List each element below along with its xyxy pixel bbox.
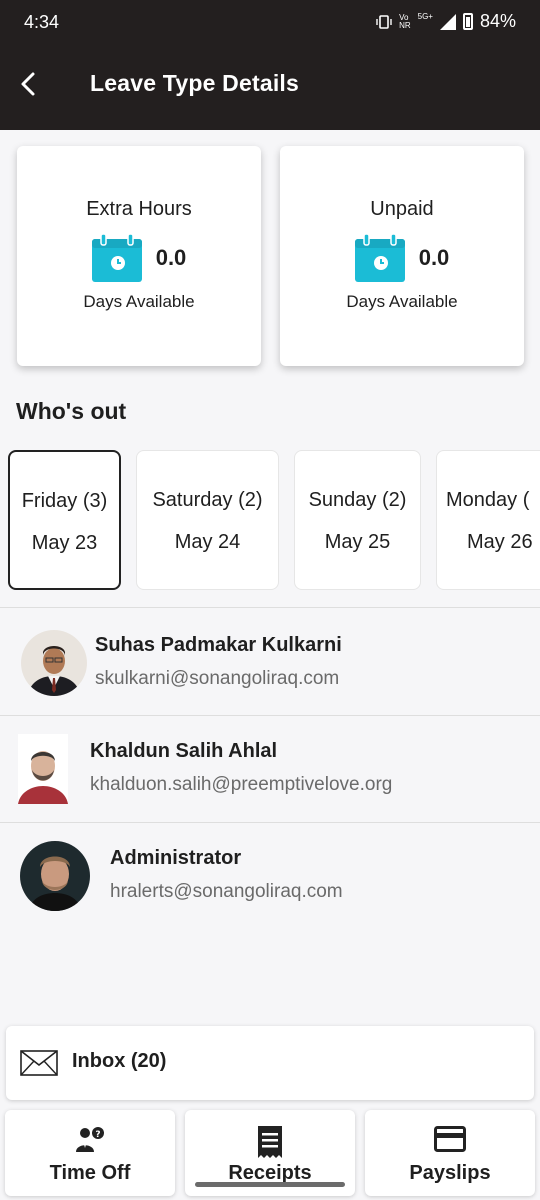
leave-card-title: Extra Hours — [86, 198, 192, 220]
divider — [0, 715, 540, 716]
receipt-icon — [258, 1126, 282, 1158]
network-type-indicator: Vo NR — [399, 12, 411, 30]
person-email: khalduon.salih@preemptivelove.org — [90, 774, 393, 795]
list-item-person[interactable]: Khaldun Salih Ahlal khalduon.salih@preem… — [0, 718, 540, 824]
day-label: Friday (3) — [21, 490, 108, 512]
divider — [0, 607, 540, 608]
day-tab-saturday[interactable]: Saturday (2) May 24 — [136, 450, 279, 590]
battery-level: 84% — [479, 11, 516, 31]
nav-label: Payslips — [409, 1162, 491, 1184]
status-time: 4:34 — [24, 12, 60, 32]
leave-card-unpaid[interactable]: Unpaid 0.0 Days Available — [280, 146, 524, 366]
day-date: May 23 — [31, 532, 98, 554]
day-date: May 24 — [174, 531, 241, 553]
avatar — [21, 630, 87, 696]
back-arrow-icon — [21, 72, 35, 96]
list-item-person[interactable]: Suhas Padmakar Kulkarni skulkarni@sonang… — [0, 610, 540, 716]
envelope-icon — [20, 1050, 58, 1076]
home-indicator[interactable] — [195, 1182, 345, 1187]
back-button[interactable] — [16, 66, 56, 106]
nav-payslips[interactable]: Payslips — [365, 1110, 535, 1196]
inbox-button[interactable]: Inbox (20) — [6, 1026, 534, 1100]
person-name: Khaldun Salih Ahlal — [90, 740, 278, 762]
calendar-icon — [91, 234, 142, 282]
calendar-icon — [354, 234, 405, 282]
status-icons: Vo NR 5G+ 84% — [376, 11, 516, 32]
leave-card-subtitle: Days Available — [83, 292, 195, 311]
day-date: May 25 — [324, 531, 391, 553]
day-label: Sunday (2) — [308, 489, 407, 511]
person-email: skulkarni@sonangoliraq.com — [95, 668, 340, 689]
page-title: Leave Type Details — [90, 70, 299, 96]
leave-card-extra-hours[interactable]: Extra Hours 0.0 Days Available — [17, 146, 261, 366]
day-label: Monday ( — [446, 489, 530, 511]
battery-icon — [462, 13, 473, 30]
app-bar: Leave Type Details — [0, 44, 540, 130]
day-tab-friday[interactable]: Friday (3) May 23 — [8, 450, 121, 590]
day-selector[interactable]: Friday (3) May 23 Saturday (2) May 24 Su… — [0, 450, 540, 592]
avatar — [20, 841, 90, 911]
day-tab-sunday[interactable]: Sunday (2) May 25 — [294, 450, 421, 590]
vibrate-icon — [376, 14, 392, 29]
svg-text:?: ? — [95, 1130, 100, 1140]
person-name: Administrator — [110, 847, 242, 869]
signal-type: 5G+ — [417, 12, 433, 21]
day-date: May 26 — [467, 531, 533, 553]
leave-card-subtitle: Days Available — [346, 292, 458, 311]
day-tab-monday[interactable]: Monday ( May 26 — [436, 450, 540, 590]
person-email: hralerts@sonangoliraq.com — [110, 881, 343, 902]
signal-icon — [439, 13, 456, 30]
day-label: Saturday (2) — [152, 489, 263, 511]
status-bar: 4:34 Vo NR 5G+ 84% — [0, 0, 540, 44]
whos-out-heading: Who's out — [16, 398, 127, 424]
nav-label: Time Off — [49, 1162, 131, 1184]
leave-card-value: 0.0 — [418, 245, 450, 270]
divider — [0, 822, 540, 823]
person-name: Suhas Padmakar Kulkarni — [95, 634, 342, 656]
list-item-person[interactable]: Administrator hralerts@sonangoliraq.com — [0, 825, 540, 931]
inbox-label: Inbox (20) — [72, 1050, 167, 1072]
leave-card-value: 0.0 — [155, 245, 187, 270]
leave-card-title: Unpaid — [370, 198, 434, 220]
card-icon — [434, 1126, 466, 1152]
nav-time-off[interactable]: ? Time Off — [5, 1110, 175, 1196]
avatar — [18, 734, 68, 804]
time-off-icon: ? — [76, 1127, 104, 1152]
